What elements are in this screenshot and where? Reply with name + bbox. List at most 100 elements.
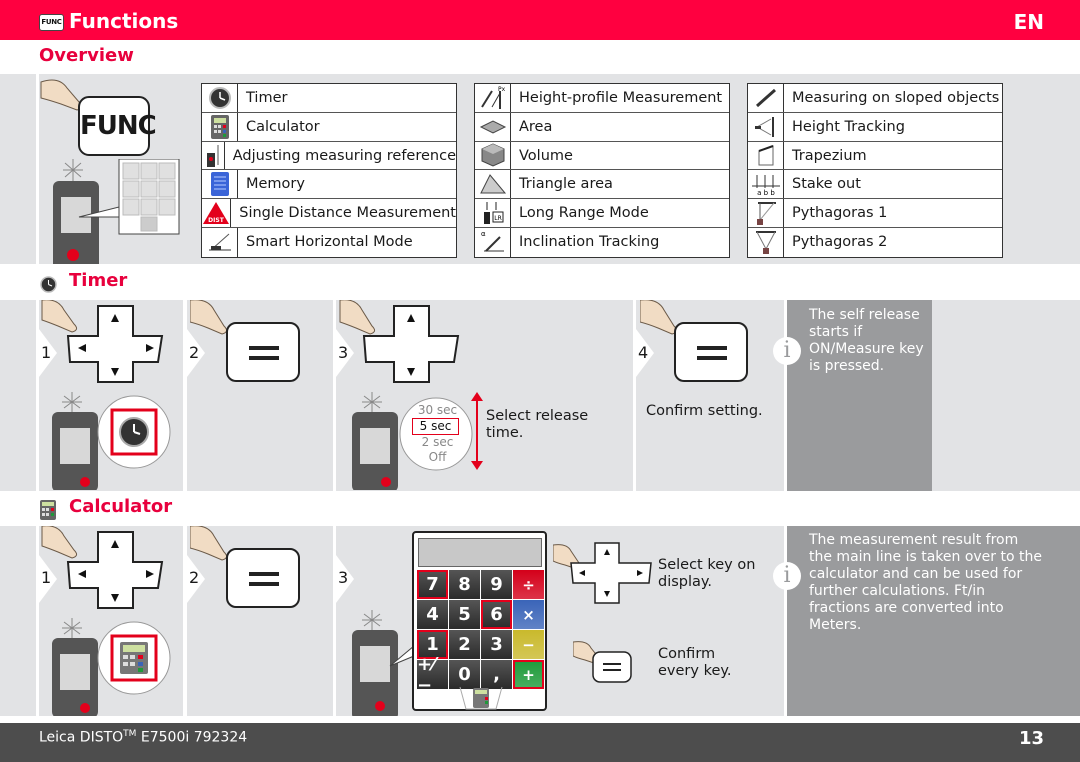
device-icon	[352, 610, 415, 716]
navigation-pad-icon	[41, 526, 171, 716]
left-strip	[0, 526, 36, 716]
function-row-trapezium: Trapezium	[748, 141, 1002, 171]
step-number: 4	[638, 343, 649, 362]
function-row-calculator: Calculator	[202, 112, 456, 142]
equals-key-icon	[674, 322, 748, 382]
equals-key-icon	[573, 641, 632, 683]
function-row-pythagoras-2: Pythagoras 2	[748, 227, 1002, 257]
calculator-key[interactable]: 9	[481, 570, 512, 599]
function-row-sloped-objects: Measuring on sloped objects	[748, 84, 1002, 113]
memory-icon	[202, 170, 238, 199]
stake-out-icon: a b b	[748, 170, 784, 199]
smart-horizontal-icon	[202, 227, 238, 257]
overview-table-3: Measuring on sloped objects Height Track…	[747, 83, 1003, 258]
info-icon: i	[773, 562, 801, 590]
calculator-info-text: The measurement result from the main lin…	[809, 532, 1042, 633]
finger-icon	[190, 526, 228, 561]
function-row-triangle-area: Triangle area	[475, 170, 729, 200]
option-30-sec[interactable]: 30 sec	[410, 403, 465, 418]
function-row-height-tracking: Height Tracking	[748, 112, 1002, 142]
device-icon	[53, 159, 180, 264]
function-row-measuring-reference: Adjusting measuring reference	[202, 141, 456, 171]
option-5-sec[interactable]: 5 sec	[412, 418, 459, 435]
timer-empty-panel	[932, 300, 1080, 491]
calculator-key[interactable]: 4	[417, 600, 448, 629]
info-icon: i	[773, 337, 801, 365]
navigation-pad-icon	[41, 300, 171, 490]
timer-icon	[202, 84, 238, 112]
navigation-pad-icon	[553, 542, 652, 604]
calculator-key[interactable]: ×	[513, 600, 544, 629]
inclination-tracking-icon: α	[475, 227, 511, 257]
timer-section-icon	[40, 276, 57, 297]
calculator-key[interactable]: 5	[449, 600, 480, 629]
sloped-objects-icon	[748, 84, 784, 112]
trademark: TM	[123, 729, 137, 739]
footer: Leica DISTOTM E7500i 792324 13	[0, 723, 1080, 762]
equals-key-icon	[226, 322, 300, 382]
product-label: Leica DISTOTM E7500i 792324	[39, 729, 247, 746]
function-row-long-range: LR Long Range Mode	[475, 199, 729, 228]
calculator-icon	[459, 686, 503, 710]
function-row-smart-horizontal: Smart Horizontal Mode	[202, 227, 456, 257]
pythagoras-1-icon	[748, 199, 784, 227]
height-profile-icon: Px	[475, 84, 511, 112]
left-strip	[0, 74, 36, 264]
release-time-options: 30 sec 5 sec 2 sec Off	[410, 403, 465, 465]
measuring-reference-icon	[202, 141, 225, 170]
function-row-timer: Timer	[202, 84, 456, 113]
function-row-area: Area	[475, 112, 729, 142]
select-key-text: Select key on display.	[658, 557, 756, 590]
calculator-key[interactable]: 3	[481, 630, 512, 659]
option-2-sec[interactable]: 2 sec	[410, 435, 465, 450]
calculator-key[interactable]: 8	[449, 570, 480, 599]
step-number: 2	[189, 343, 200, 362]
option-off[interactable]: Off	[410, 450, 465, 465]
calculator-key[interactable]: ÷	[513, 570, 544, 599]
calculator-screen	[418, 538, 542, 567]
finger-icon	[190, 300, 228, 335]
function-row-volume: Volume	[475, 141, 729, 171]
svg-text:LR: LR	[494, 215, 502, 222]
step-number: 2	[189, 568, 200, 587]
area-icon	[475, 112, 511, 141]
function-row-single-distance: DIST Single Distance Measurement	[202, 199, 456, 228]
calculator-key[interactable]: +⁄−	[417, 654, 448, 696]
left-strip	[0, 300, 36, 491]
calculator-key[interactable]: +	[513, 660, 544, 689]
page-number: 13	[1018, 728, 1044, 749]
calculator-section-icon	[40, 500, 56, 524]
svg-text:a b b: a b b	[757, 189, 775, 196]
page-title: Functions	[69, 9, 179, 33]
timer-info-text: The self release starts if ON/Measure ke…	[809, 307, 924, 374]
confirm-setting-text: Confirm setting.	[646, 403, 763, 419]
pythagoras-2-icon	[748, 227, 784, 257]
function-row-stake-out: a b b Stake out	[748, 170, 1002, 200]
function-row-inclination-tracking: α Inclination Tracking	[475, 227, 729, 257]
calculator-key[interactable]: −	[513, 630, 544, 659]
header-bar: FUNC Functions EN	[0, 0, 1080, 40]
function-row-memory: Memory	[202, 170, 456, 200]
height-tracking-icon	[748, 112, 784, 141]
func-illustration: FUNC	[39, 74, 189, 264]
func-icon: FUNC	[39, 14, 64, 31]
svg-text:α: α	[481, 230, 486, 238]
overview-table-1: Timer Calculator Adjusting measuring ref…	[201, 83, 457, 258]
long-range-icon: LR	[475, 199, 511, 227]
step-number: 3	[338, 568, 349, 587]
function-row-height-profile: Px Height-profile Measurement	[475, 84, 729, 113]
calculator-display: 7 8 9 ÷ 4 5 6 × 1 2 3− +⁄− 0, +	[412, 531, 547, 711]
svg-text:Px: Px	[498, 86, 506, 93]
trapezium-icon	[748, 141, 784, 170]
calculator-key[interactable]: 2	[449, 630, 480, 659]
overview-table-2: Px Height-profile Measurement Area Volum…	[474, 83, 730, 258]
calculator-key[interactable]: 6	[481, 600, 512, 629]
up-down-arrow-icon	[471, 392, 483, 470]
confirm-key-text: Confirm every key.	[658, 646, 732, 679]
product-name: Leica DISTO	[39, 729, 124, 746]
svg-text:DIST: DIST	[208, 217, 225, 224]
calculator-key[interactable]: 7	[417, 570, 448, 599]
volume-icon	[475, 141, 511, 170]
select-release-text: Select release time.	[486, 408, 589, 441]
triangle-area-icon	[475, 170, 511, 199]
